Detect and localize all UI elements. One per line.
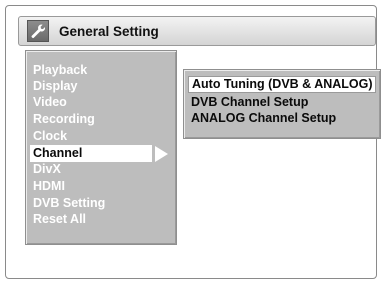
page-title: General Setting	[59, 23, 159, 39]
submenu-item-auto-tuning[interactable]: Auto Tuning (DVB & ANALOG)	[188, 76, 376, 93]
menu-item-channel[interactable]: Channel	[30, 145, 152, 162]
menu-item-divx[interactable]: DivX	[30, 161, 152, 178]
menu-item-display[interactable]: Display	[30, 78, 152, 95]
osd-screen: General Setting Playback Display Video R…	[5, 5, 381, 279]
menu-item-reset-all[interactable]: Reset All	[30, 211, 152, 228]
menu-item-dvb-setting[interactable]: DVB Setting	[30, 195, 152, 212]
settings-header: General Setting	[18, 16, 376, 46]
submenu-arrow-icon	[155, 146, 168, 162]
channel-submenu: Auto Tuning (DVB & ANALOG) DVB Channel S…	[183, 69, 381, 139]
wrench-icon	[27, 20, 49, 42]
menu-item-recording[interactable]: Recording	[30, 111, 152, 128]
submenu-item-analog-channel-setup[interactable]: ANALOG Channel Setup	[188, 110, 376, 127]
menu-item-playback[interactable]: Playback	[30, 62, 152, 79]
menu-item-hdmi[interactable]: HDMI	[30, 178, 152, 195]
submenu-item-dvb-channel-setup[interactable]: DVB Channel Setup	[188, 94, 376, 111]
menu-item-video[interactable]: Video	[30, 94, 152, 111]
menu-item-clock[interactable]: Clock	[30, 128, 152, 145]
